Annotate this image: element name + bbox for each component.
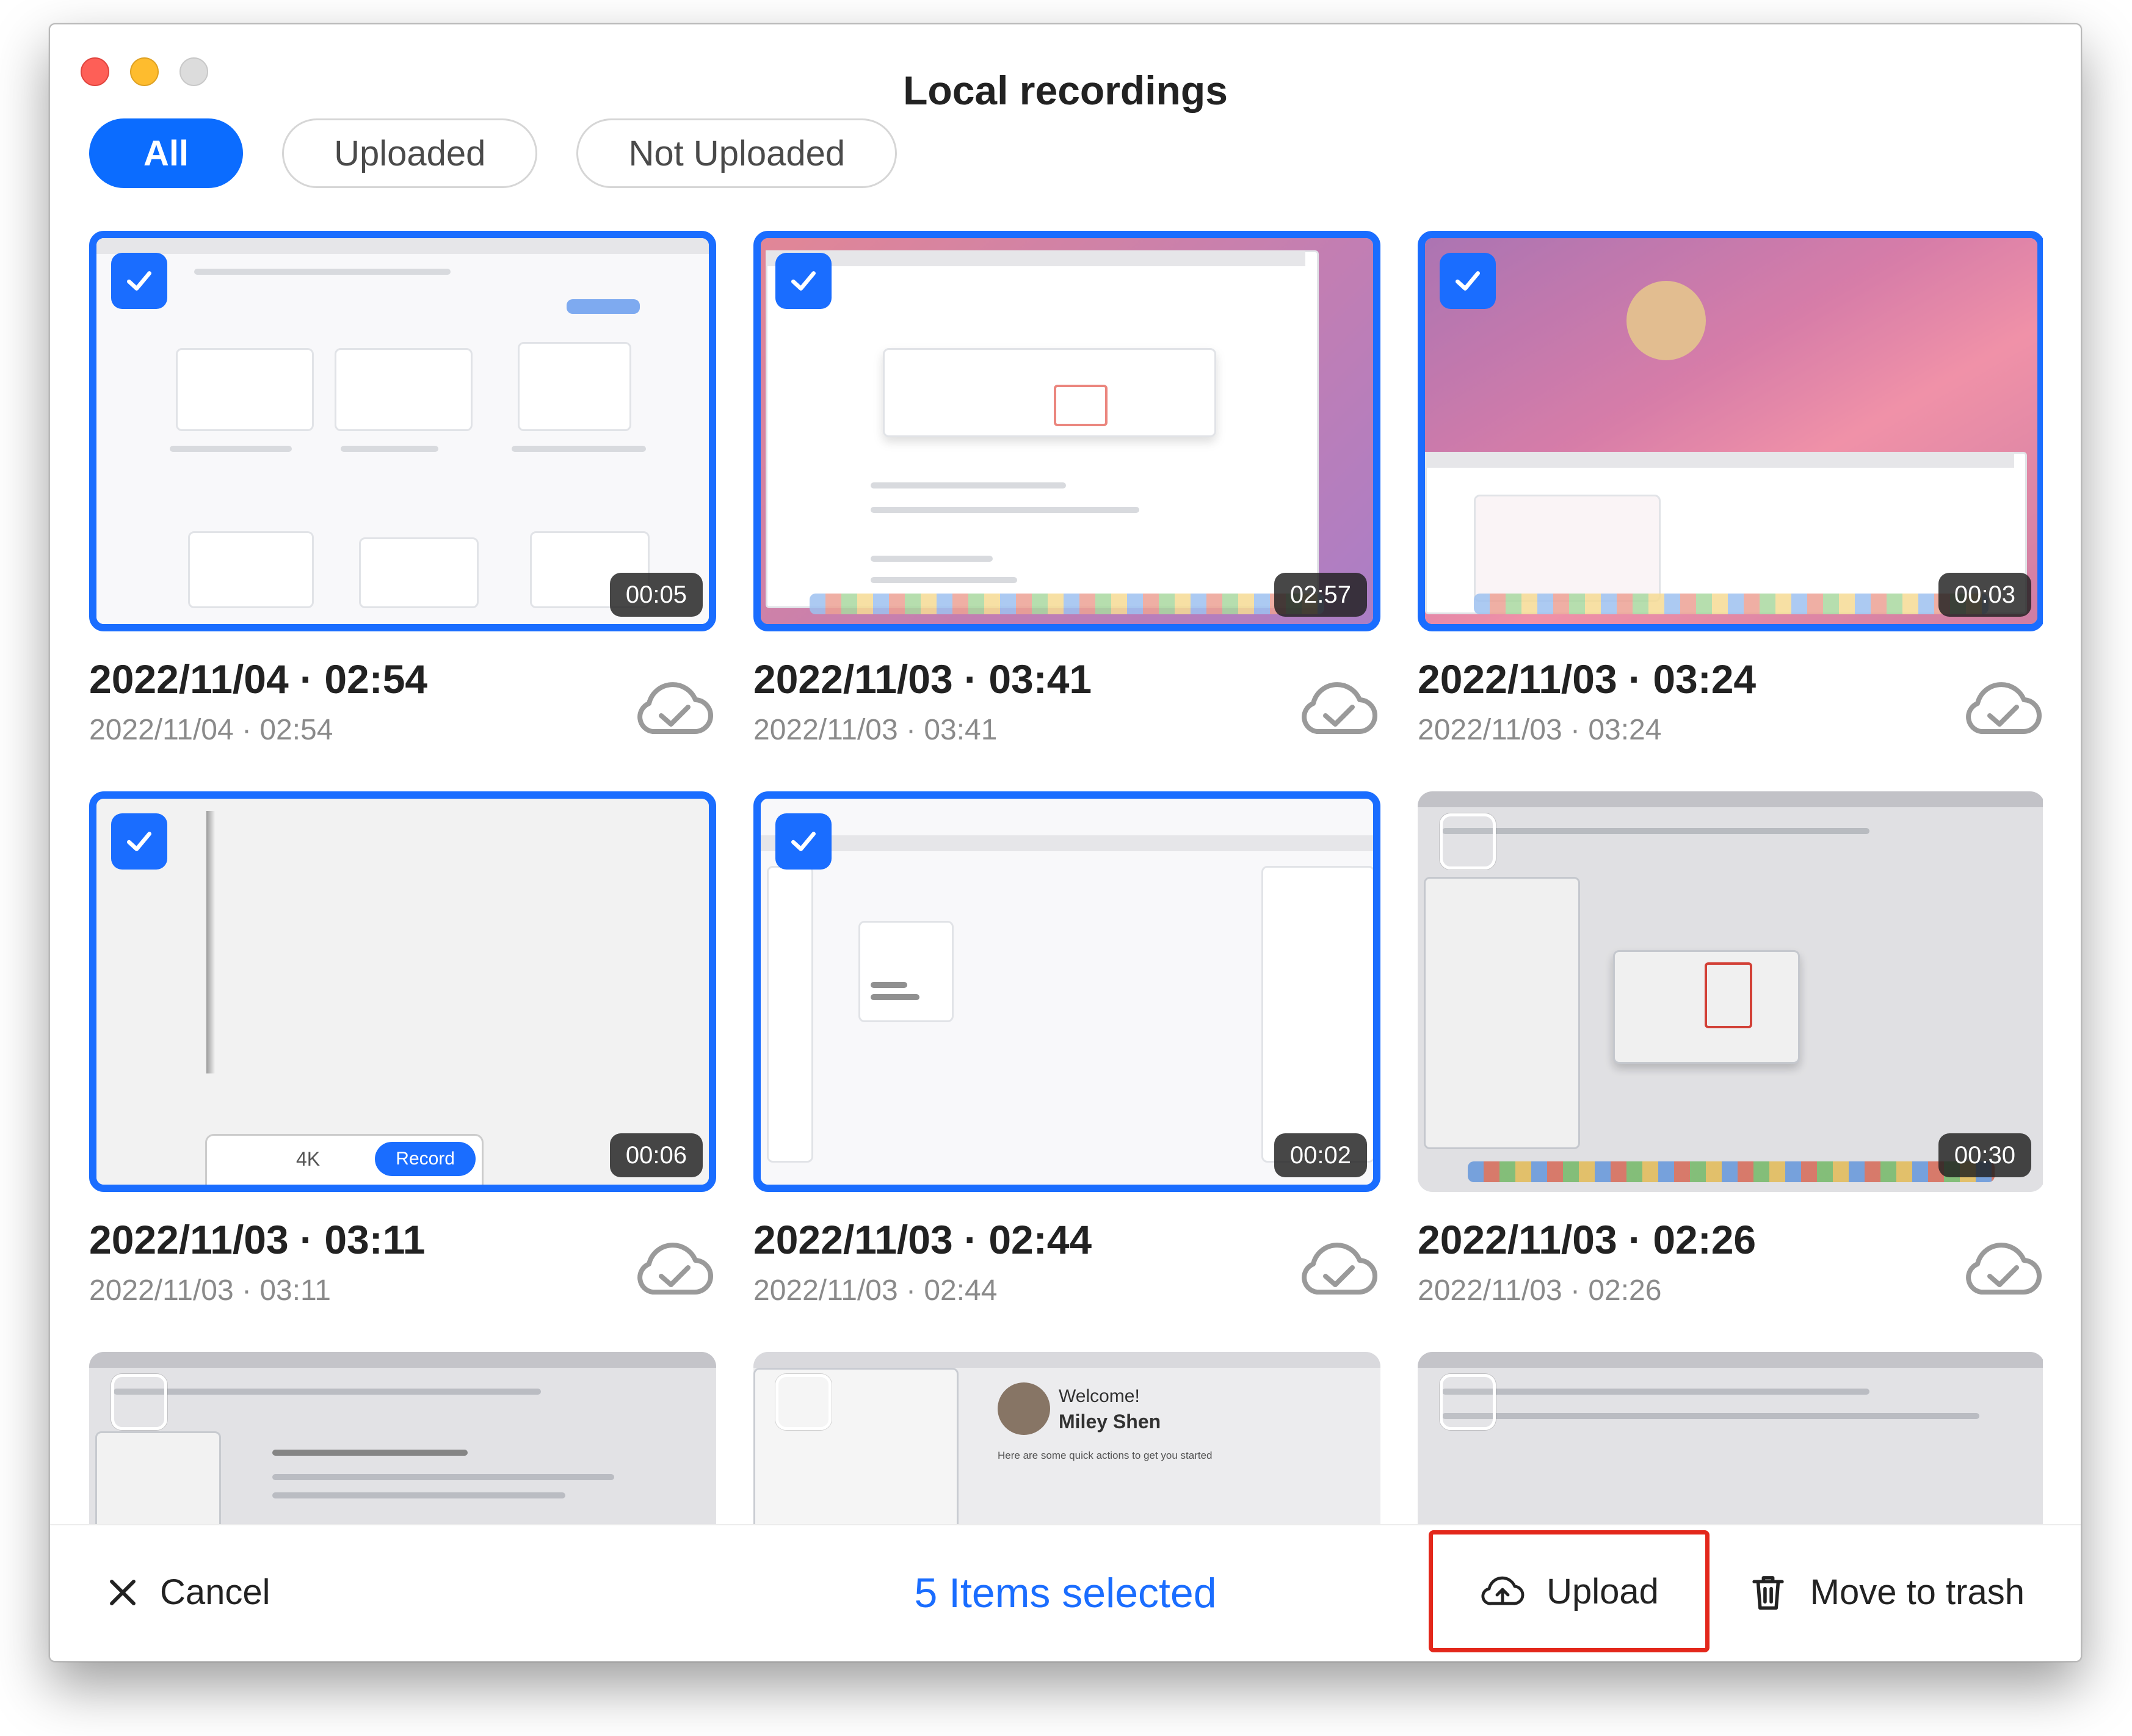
duration-badge: 00:03 bbox=[1938, 573, 2031, 617]
upload-label: Upload bbox=[1546, 1571, 1659, 1611]
checkmark-icon bbox=[791, 271, 816, 291]
duration-badge: 02:57 bbox=[1274, 573, 1367, 617]
recording-title: 2022/11/03 · 02:26 bbox=[1418, 1217, 1757, 1262]
cloud-check-icon bbox=[1302, 1243, 1377, 1295]
filter-tabs: All Uploaded Not Uploaded bbox=[89, 118, 897, 188]
duration-badge: 00:06 bbox=[609, 1133, 703, 1177]
recording-subtitle: 2022/11/03 · 03:41 bbox=[753, 714, 998, 746]
recording-thumbnail[interactable]: 00:05 bbox=[89, 231, 716, 631]
trash-icon bbox=[1752, 1575, 1784, 1610]
recording-subtitle: 2022/11/03 · 02:26 bbox=[1418, 1274, 1662, 1307]
recording-title: 2022/11/04 · 02:54 bbox=[89, 656, 428, 702]
select-checkbox[interactable] bbox=[111, 253, 167, 309]
select-checkbox[interactable] bbox=[1440, 253, 1496, 309]
recording-subtitle: 2022/11/04 · 02:54 bbox=[89, 714, 333, 746]
cloud-check-icon bbox=[637, 682, 713, 735]
recording-subtitle: 2022/11/03 · 03:24 bbox=[1418, 714, 1662, 746]
recording-control-bar: 4K Record bbox=[205, 1134, 484, 1185]
selection-footer: Cancel 5 Items selected Upload Move to t… bbox=[50, 1524, 2081, 1661]
cloud-check-icon bbox=[1302, 682, 1377, 735]
select-checkbox[interactable] bbox=[775, 813, 832, 870]
recording-title: 2022/11/03 · 02:44 bbox=[753, 1217, 1092, 1262]
cloud-upload-icon bbox=[1481, 1576, 1525, 1605]
checkmark-icon bbox=[127, 271, 152, 291]
cloud-check-icon bbox=[1966, 682, 2042, 735]
recordings-grid: 00:05 2022/11/04 · 02:54 2022/11/04 · 02… bbox=[89, 231, 2043, 1547]
checkmark-icon bbox=[1456, 271, 1480, 291]
upload-button[interactable]: Upload bbox=[1429, 1530, 1710, 1652]
checkmark-icon bbox=[791, 832, 816, 851]
select-checkbox[interactable] bbox=[111, 1374, 167, 1430]
cloud-check-icon bbox=[1966, 1243, 2042, 1295]
select-checkbox[interactable] bbox=[775, 253, 832, 309]
duration-badge: 00:30 bbox=[1938, 1133, 2031, 1177]
filter-uploaded[interactable]: Uploaded bbox=[282, 118, 538, 188]
window-title: Local recordings bbox=[903, 68, 1228, 113]
checkmark-icon bbox=[127, 832, 152, 851]
recording-thumbnail[interactable]: Welcome! Miley Shen Here are some quick … bbox=[753, 1352, 1380, 1547]
recording-title: 2022/11/03 · 03:41 bbox=[753, 656, 1092, 702]
recording-title: 2022/11/03 · 03:24 bbox=[1418, 656, 1757, 702]
filter-all[interactable]: All bbox=[89, 118, 244, 188]
trash-label: Move to trash bbox=[1810, 1572, 2025, 1612]
recording-thumbnail[interactable] bbox=[1418, 1352, 2043, 1547]
select-checkbox[interactable] bbox=[1440, 1374, 1496, 1430]
recording-thumbnail[interactable] bbox=[89, 1352, 716, 1547]
select-checkbox[interactable] bbox=[1440, 813, 1496, 870]
select-checkbox[interactable] bbox=[111, 813, 167, 870]
duration-badge: 00:02 bbox=[1274, 1133, 1367, 1177]
recording-thumbnail[interactable]: 02:57 bbox=[753, 231, 1380, 631]
local-recordings-window: Local recordings All Uploaded Not Upload… bbox=[49, 23, 2082, 1662]
quality-label: 4K bbox=[296, 1148, 321, 1170]
filter-not-uploaded[interactable]: Not Uploaded bbox=[576, 118, 897, 188]
recording-subtitle: 2022/11/03 · 02:44 bbox=[753, 1274, 998, 1307]
cloud-check-icon bbox=[637, 1243, 713, 1295]
select-checkbox[interactable] bbox=[775, 1374, 832, 1430]
recording-thumbnail[interactable]: 00:02 bbox=[753, 791, 1380, 1192]
recording-thumbnail[interactable]: 00:03 bbox=[1418, 231, 2043, 631]
record-button: Record bbox=[375, 1142, 476, 1176]
duration-badge: 00:05 bbox=[609, 573, 703, 617]
recording-thumbnail[interactable]: 4K Record 00:06 bbox=[89, 791, 716, 1192]
recording-subtitle: 2022/11/03 · 03:11 bbox=[89, 1274, 331, 1307]
recording-thumbnail[interactable]: 00:30 bbox=[1418, 791, 2043, 1192]
recording-title: 2022/11/03 · 03:11 bbox=[89, 1217, 426, 1262]
move-to-trash-button[interactable]: Move to trash bbox=[1749, 1572, 2025, 1613]
